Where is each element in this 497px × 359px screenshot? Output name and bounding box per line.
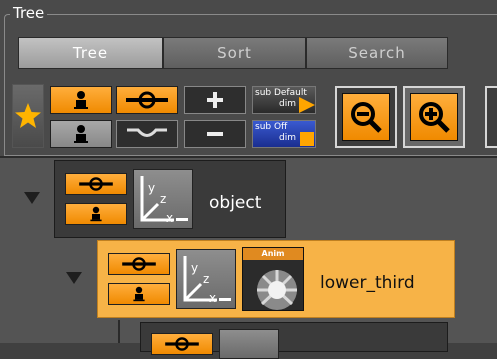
svg-text:z: z	[203, 272, 209, 286]
svg-text:x: x	[166, 211, 173, 225]
node-visibility-toggle[interactable]	[65, 203, 127, 225]
transform-axis-icon	[126, 91, 168, 109]
person-icon	[74, 91, 88, 109]
node-axis-container[interactable]: yzx	[176, 249, 236, 309]
svg-text:y: y	[191, 261, 198, 275]
tree-node-child[interactable]	[140, 322, 448, 359]
collapse-transform-button[interactable]	[116, 120, 178, 148]
node-visibility-toggle[interactable]	[108, 283, 170, 305]
sub-off-label: sub Off	[255, 122, 288, 132]
gear-icon	[257, 270, 297, 310]
node-transform-toggle[interactable]	[108, 253, 170, 275]
zoom-out-icon	[351, 102, 382, 133]
collapse-all-button[interactable]	[184, 120, 246, 148]
sub-off-dim-button[interactable]: sub Off dim	[252, 120, 316, 148]
collapse-arrow-icon[interactable]	[24, 192, 40, 204]
tree-connector-line	[118, 320, 120, 343]
node-label: object	[209, 193, 262, 213]
svg-text:x: x	[209, 291, 216, 305]
node-axis-container[interactable]: yzx	[133, 169, 193, 229]
toolbar-overflow-button[interactable]	[485, 86, 497, 148]
hide-objects-button[interactable]	[50, 120, 112, 148]
transform-axis-icon	[79, 177, 113, 191]
node-transform-toggle[interactable]	[65, 173, 127, 195]
favorite-star-button[interactable]	[12, 84, 44, 148]
minus-icon	[207, 132, 223, 136]
zoom-in-icon	[419, 102, 450, 133]
axis-icon: yzx	[140, 176, 188, 225]
axis-icon: yzx	[183, 256, 231, 305]
curve-down-icon	[127, 128, 167, 137]
tree-node-object[interactable]: yzx object	[54, 160, 286, 238]
tree-node-lower-third[interactable]: yzx Anim lower_third	[97, 240, 455, 318]
person-icon	[74, 125, 88, 143]
tab-search[interactable]: Search	[306, 37, 448, 69]
expand-all-button[interactable]	[184, 86, 246, 114]
person-icon	[90, 206, 102, 222]
svg-text:z: z	[160, 192, 166, 206]
anim-plugin[interactable]: Anim	[242, 247, 304, 311]
zoom-in-button[interactable]	[403, 86, 465, 148]
node-transform-toggle[interactable]	[151, 333, 213, 355]
sub-default-dim-label: dim	[279, 99, 296, 109]
sub-default-dim-button[interactable]: sub Default dim	[252, 86, 316, 114]
star-icon	[15, 103, 41, 128]
transform-axis-icon	[122, 257, 156, 271]
zoom-out-button[interactable]	[335, 86, 397, 148]
play-arrow-icon	[299, 97, 315, 113]
collapse-arrow-icon[interactable]	[66, 272, 82, 284]
node-label: lower_third	[320, 273, 415, 293]
transform-axis-icon	[165, 337, 199, 351]
show-objects-button[interactable]	[50, 86, 112, 114]
plus-icon	[207, 92, 223, 108]
person-icon	[133, 286, 145, 302]
stop-square-icon	[300, 132, 314, 146]
tab-sort[interactable]: Sort	[163, 37, 306, 69]
node-axis-container[interactable]	[219, 329, 279, 359]
sub-off-dim-label: dim	[279, 133, 296, 143]
show-transform-button[interactable]	[116, 86, 178, 114]
svg-text:y: y	[148, 181, 155, 195]
tab-tree[interactable]: Tree	[18, 37, 163, 69]
panel-title: Tree	[10, 4, 48, 22]
plugin-label: Anim	[243, 248, 303, 260]
